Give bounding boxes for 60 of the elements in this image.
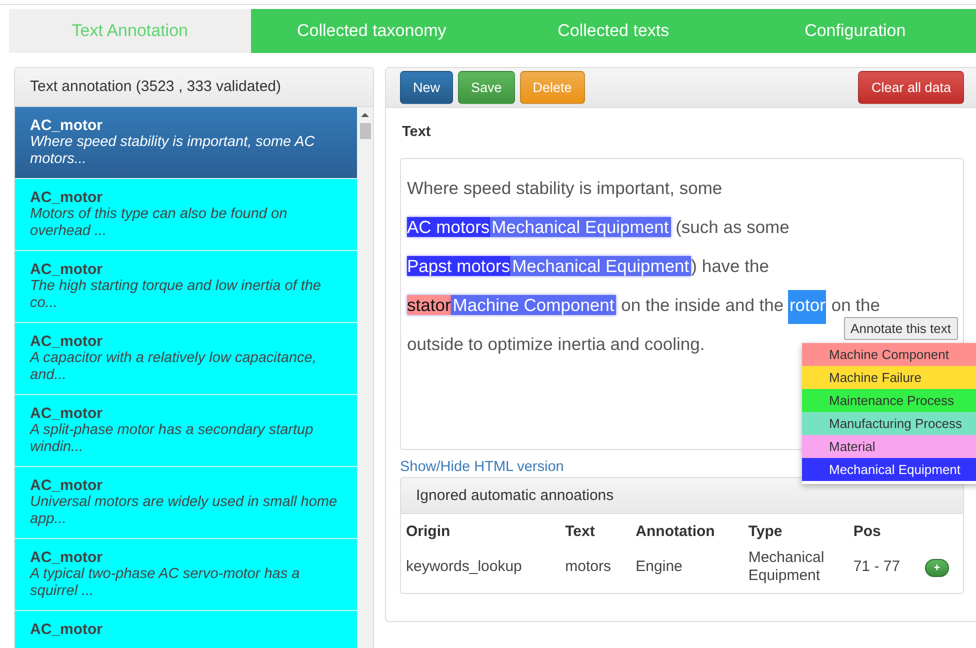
entity-label: Machine Component [450, 295, 616, 315]
panel-title: Ignored automatic annoations [401, 478, 963, 514]
item-title: AC_motor [30, 189, 103, 206]
menu-item[interactable]: Mechanical Equipment [802, 458, 976, 481]
entity-highlight[interactable]: Papst motors [407, 256, 510, 276]
panel-title: Text annotation (3523 , 333 validated) [15, 68, 373, 107]
table-cell: keywords_lookup [406, 558, 522, 576]
scrollbar[interactable] [357, 107, 373, 648]
table-cell: Engine [636, 558, 682, 576]
list-item[interactable]: AC_motor [15, 611, 357, 648]
column-header: Origin [406, 523, 450, 540]
column-header: Type [748, 523, 782, 540]
item-snippet: A capacitor with a relatively low capacitance, and... [30, 350, 318, 384]
toolbar-button[interactable]: New [400, 71, 454, 104]
item-title: AC_motor [30, 477, 103, 494]
table-cell: motors [565, 558, 611, 576]
entity-highlight[interactable]: stator [407, 295, 451, 315]
list-item[interactable]: AC_motor Motors of this type can also be found on overhead ... [15, 179, 357, 251]
clear-button[interactable]: Clear all data [858, 71, 964, 104]
list-item[interactable]: AC_motor A typical two-phase AC servo-motor has a squirrel ... [15, 539, 357, 611]
item-title: AC_motor [30, 621, 103, 638]
menu-item[interactable]: Machine Component [802, 343, 976, 366]
item-title: AC_motor [30, 549, 103, 566]
menu-item[interactable]: Machine Failure [802, 366, 976, 389]
selected-text: rotor [788, 290, 826, 324]
column-header: Pos [853, 523, 881, 540]
menu-item[interactable]: Manufacturing Process [802, 412, 976, 435]
column-header: Text [565, 523, 595, 540]
html-toggle-link[interactable]: Show/Hide HTML version [400, 459, 564, 475]
text-run: Where speed stability is important, some [407, 178, 722, 198]
item-snippet: Universal motors are widely used in small home app... [30, 494, 338, 528]
menu-item[interactable]: Maintenance Process [802, 389, 976, 412]
list-item[interactable]: AC_motor A split-phase motor has a secondary startup windin... [15, 395, 357, 467]
table-cell: 71 - 77 [853, 558, 900, 576]
column-header: Annotation [636, 523, 715, 540]
text-run: on the [830, 295, 880, 315]
list-item[interactable]: AC_motor Where speed stability is important, some AC motors... [15, 107, 357, 179]
text-run: outside to optimize inertia and cooling. [407, 334, 705, 354]
item-snippet: A typical two-phase AC servo-motor has a squirrel ... [30, 566, 301, 600]
item-title: AC_motor [30, 117, 103, 134]
list-item[interactable]: AC_motor The high starting torque and low inertia of the co... [15, 251, 357, 323]
text-label: Text [402, 124, 431, 140]
list-item[interactable]: AC_motor A capacitor with a relatively low capacitance, and... [15, 323, 357, 395]
item-snippet: Where speed stability is important, some AC motors... [30, 134, 316, 168]
text-run: ) have the [691, 256, 769, 276]
item-snippet: Motors of this type can also be found on overhead ... [30, 206, 288, 240]
table-cell-text: Mechanical Equipment [748, 549, 826, 585]
item-title: AC_motor [30, 333, 103, 350]
menu-item[interactable]: Material [802, 435, 976, 458]
list-item[interactable]: AC_motor Universal motors are widely used in small home app... [15, 467, 357, 539]
item-title: AC_motor [30, 405, 103, 422]
entity-label: Mechanical Equipment [510, 256, 692, 276]
text-run: (such as some [674, 217, 790, 237]
entity-highlight[interactable]: AC motors [407, 217, 490, 237]
text-run: on the inside and the [620, 295, 785, 315]
item-snippet: The high starting torque and low inertia of the co... [30, 278, 322, 312]
item-snippet: A split-phase motor has a secondary startup windin... [30, 422, 314, 456]
annotate-button[interactable]: Annotate this text [844, 317, 958, 340]
item-title: AC_motor [30, 261, 103, 278]
entity-label: Mechanical Equipment [490, 217, 671, 237]
